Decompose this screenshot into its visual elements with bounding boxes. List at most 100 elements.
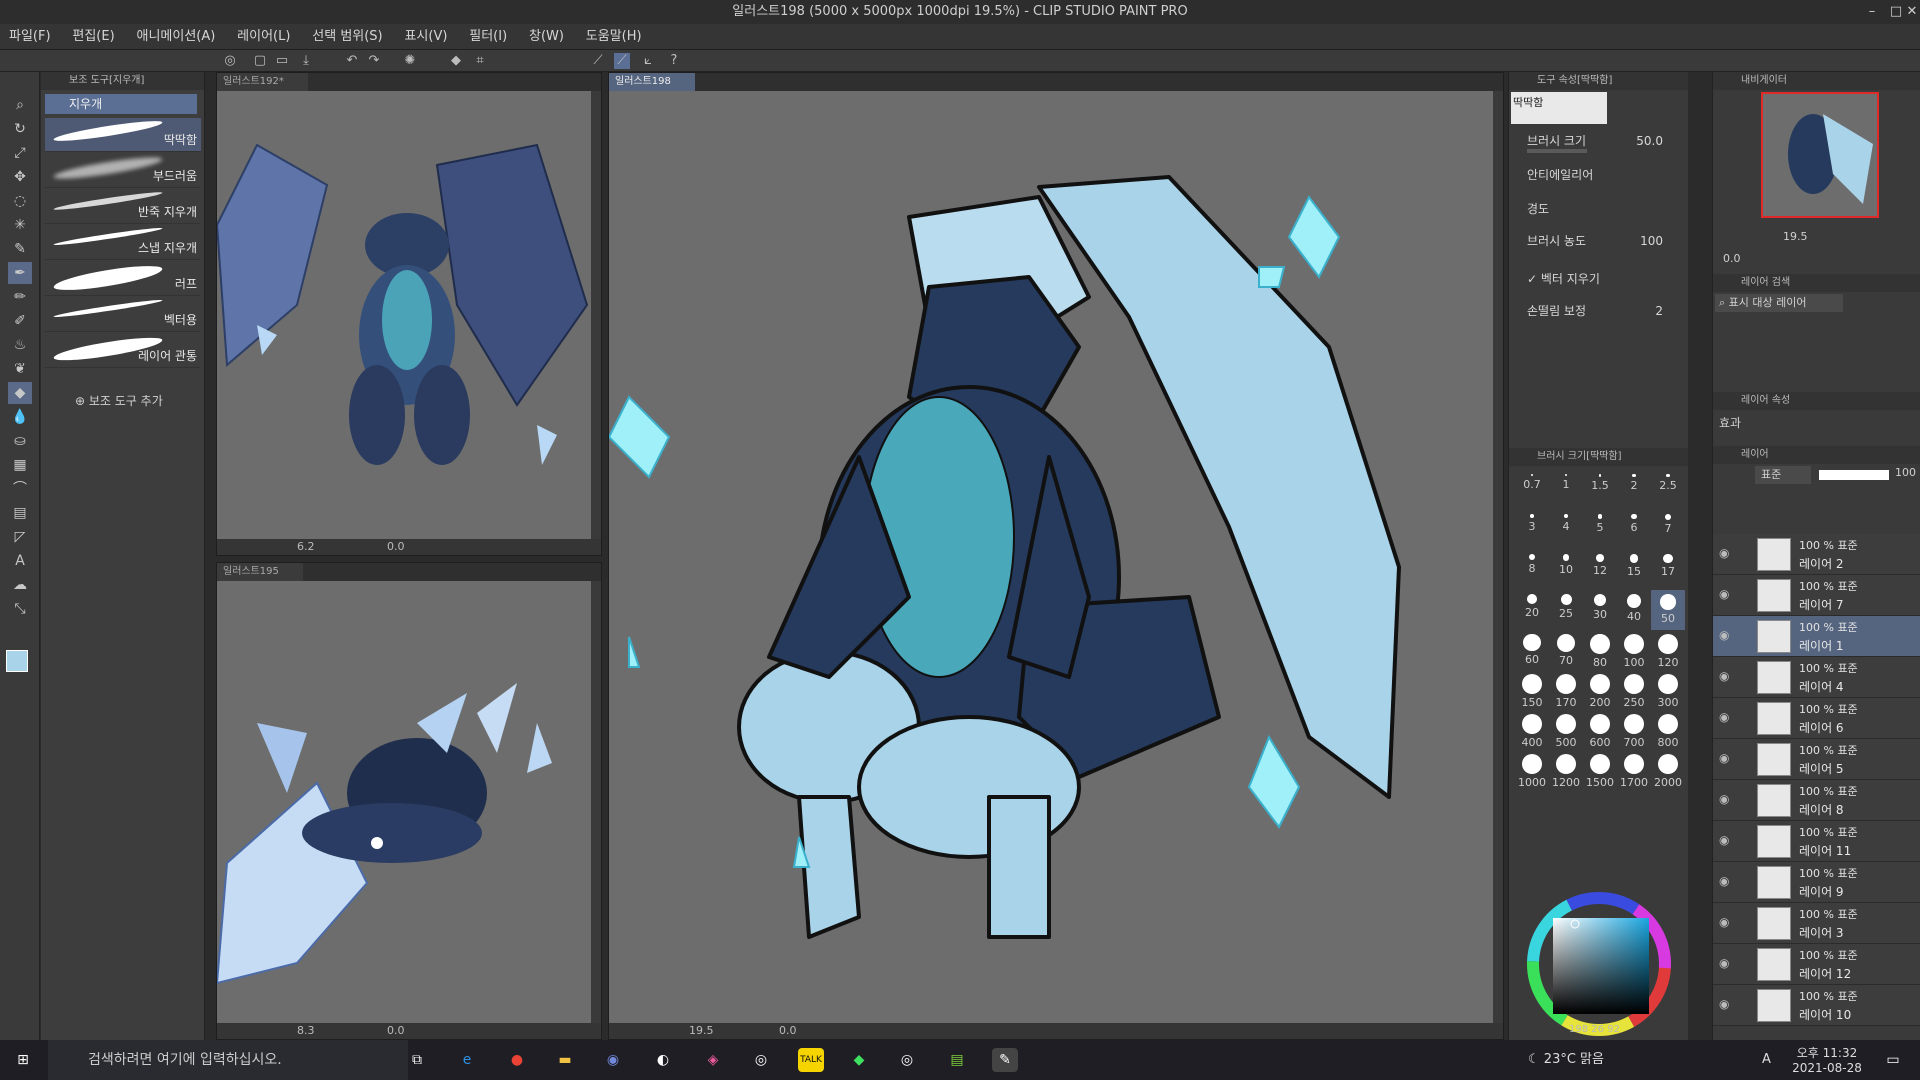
airbrush-tool-icon[interactable]: ♨: [8, 334, 32, 356]
brush-size-option[interactable]: 40: [1617, 590, 1651, 630]
eye-icon[interactable]: ◉: [1719, 915, 1729, 929]
open-file-icon[interactable]: ▭: [274, 53, 290, 69]
vector-erase-row[interactable]: ✓ 벡터 지우기: [1527, 270, 1683, 294]
pen-tool-icon[interactable]: ✒: [8, 262, 32, 284]
help-icon[interactable]: ?: [666, 53, 682, 69]
edge-icon[interactable]: e: [454, 1048, 480, 1072]
layer-row[interactable]: ◉ 100 % 표준 레이어 8: [1713, 780, 1920, 821]
brush-size-option[interactable]: 17: [1651, 550, 1685, 590]
blend-mode-select[interactable]: 표준: [1755, 466, 1811, 484]
layer-row[interactable]: ◉ 100 % 표준 레이어 3: [1713, 903, 1920, 944]
navigator-angle[interactable]: 0.0: [1723, 252, 1741, 265]
brush-size-option[interactable]: 1.5: [1583, 470, 1617, 510]
eye-icon[interactable]: ◉: [1719, 628, 1729, 642]
text-tool-icon[interactable]: A: [8, 550, 32, 572]
fill-icon[interactable]: ◆: [448, 53, 464, 69]
balloon-tool-icon[interactable]: ☁: [8, 574, 32, 596]
brush-size-option[interactable]: 1: [1549, 470, 1583, 510]
clock[interactable]: 오후 11:32 2021-08-28: [1792, 1044, 1862, 1075]
snap-grid-icon[interactable]: ⟀: [640, 53, 656, 69]
subtool-item[interactable]: 레이어 관통: [45, 334, 201, 368]
redo-icon[interactable]: ↷: [366, 53, 382, 69]
clip-studio-taskbar-icon[interactable]: ◎: [894, 1048, 920, 1072]
razer-icon[interactable]: ◆: [846, 1048, 872, 1072]
brush-size-slider[interactable]: [1527, 149, 1587, 153]
eye-icon[interactable]: ◉: [1719, 956, 1729, 970]
decoration-tool-icon[interactable]: ❦: [8, 358, 32, 380]
brush-size-option[interactable]: 100: [1617, 630, 1651, 670]
canvas-tab[interactable]: 일러스트198: [609, 73, 695, 91]
brush-size-option[interactable]: 250: [1617, 670, 1651, 710]
hardness-row[interactable]: 경도: [1527, 200, 1683, 224]
menu-help[interactable]: 도움말(H): [577, 24, 651, 50]
canvas-tab[interactable]: 일러스트195: [217, 563, 303, 581]
object-tool-icon[interactable]: ⤢: [8, 142, 32, 164]
brush-size-option[interactable]: 10: [1549, 550, 1583, 590]
brush-size-option[interactable]: 400: [1515, 710, 1549, 750]
layer-row[interactable]: ◉ 100 % 표준 레이어 4: [1713, 657, 1920, 698]
sub-tool-group-tab[interactable]: 지우개: [45, 94, 197, 114]
eye-icon[interactable]: ◉: [1719, 751, 1729, 765]
obs-icon[interactable]: ◎: [748, 1048, 774, 1072]
brush-size-option[interactable]: 800: [1651, 710, 1685, 750]
brush-size-option[interactable]: 2: [1617, 470, 1651, 510]
brush-size-option[interactable]: 60: [1515, 630, 1549, 670]
menu-edit[interactable]: 편집(E): [63, 24, 123, 50]
pencil-tool-icon[interactable]: ✏: [8, 286, 32, 308]
steam-icon[interactable]: ◐: [650, 1048, 676, 1072]
menu-view[interactable]: 표시(V): [395, 24, 456, 50]
density-row[interactable]: 브러시 농도 100: [1527, 232, 1683, 256]
chrome-icon[interactable]: ●: [504, 1048, 530, 1072]
add-subtool-button[interactable]: ⊕ 보조 도구 추가: [75, 392, 163, 409]
brush-size-option[interactable]: 6: [1617, 510, 1651, 550]
subtool-item[interactable]: 부드러움: [45, 154, 201, 188]
vertical-scrollbar[interactable]: [591, 91, 601, 539]
eraser-tool-icon[interactable]: ◆: [8, 382, 32, 404]
lasso-tool-icon[interactable]: ◌: [8, 190, 32, 212]
brush-size-option[interactable]: 25: [1549, 590, 1583, 630]
brush-size-option[interactable]: 15: [1617, 550, 1651, 590]
layer-row[interactable]: ◉ 100 % 표준 레이어 5: [1713, 739, 1920, 780]
kakaotalk-icon[interactable]: TALK: [798, 1048, 824, 1072]
layer-row[interactable]: ◉ 100 % 표준 레이어 6: [1713, 698, 1920, 739]
brush-size-option[interactable]: 80: [1583, 630, 1617, 670]
clear-icon[interactable]: ✺: [402, 53, 418, 69]
eye-icon[interactable]: ◉: [1719, 546, 1729, 560]
bluestacks-icon[interactable]: ▤: [944, 1048, 970, 1072]
color-wheel[interactable]: [1509, 884, 1689, 1040]
eye-icon[interactable]: ◉: [1719, 669, 1729, 683]
eye-icon[interactable]: ◉: [1719, 833, 1729, 847]
layer-row[interactable]: ◉ 100 % 표준 레이어 9: [1713, 862, 1920, 903]
antialias-row[interactable]: 안티에일리어: [1527, 166, 1683, 190]
eye-icon[interactable]: ◉: [1719, 792, 1729, 806]
move-tool-icon[interactable]: ✥: [8, 166, 32, 188]
subtool-item[interactable]: 딱딱함: [45, 118, 201, 152]
brush-size-option[interactable]: 500: [1549, 710, 1583, 750]
brush-size-option[interactable]: 0.7: [1515, 470, 1549, 510]
eye-icon[interactable]: ◉: [1719, 710, 1729, 724]
discord-icon[interactable]: ◉: [600, 1048, 626, 1072]
layer-row[interactable]: ◉ 100 % 표준 레이어 1: [1713, 616, 1920, 657]
subtool-item[interactable]: 벡터용: [45, 298, 201, 332]
notification-icon[interactable]: ▭: [1880, 1048, 1906, 1072]
task-view-icon[interactable]: ⧉: [404, 1048, 430, 1072]
brush-size-option[interactable]: 1500: [1583, 750, 1617, 790]
vertical-scrollbar[interactable]: [1493, 91, 1503, 1023]
creative-cloud-icon[interactable]: ◈: [700, 1048, 726, 1072]
brush-size-option[interactable]: 150: [1515, 670, 1549, 710]
brush-size-row[interactable]: 브러시 크기 50.0: [1527, 132, 1683, 156]
menu-selection[interactable]: 선택 범위(S): [303, 24, 391, 50]
brush-size-option[interactable]: 120: [1651, 630, 1685, 670]
brush-size-option[interactable]: 5: [1583, 510, 1617, 550]
snap-special-ruler-icon[interactable]: ⟋: [614, 53, 630, 69]
eye-icon[interactable]: ◉: [1719, 997, 1729, 1011]
eye-icon[interactable]: ◉: [1719, 587, 1729, 601]
brush-size-option[interactable]: 170: [1549, 670, 1583, 710]
brush-size-option[interactable]: 700: [1617, 710, 1651, 750]
frame-tool-icon[interactable]: ▤: [8, 502, 32, 524]
ruler-snap-icon[interactable]: ⟋: [590, 53, 606, 69]
fill-tool-icon[interactable]: ⛀: [8, 430, 32, 452]
ime-indicator[interactable]: A: [1762, 1040, 1771, 1080]
ruler-tool-icon[interactable]: ◸: [8, 526, 32, 548]
brush-size-option[interactable]: 2.5: [1651, 470, 1685, 510]
